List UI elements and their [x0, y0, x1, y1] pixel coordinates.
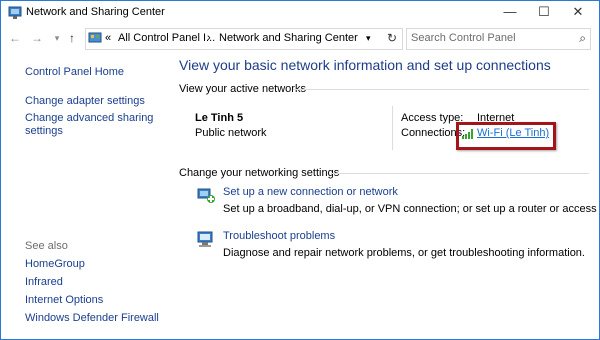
window: Network and Sharing Center — ☐ ✕ ← → ▾ ↑…	[0, 0, 600, 340]
new-connection-icon	[197, 188, 215, 203]
troubleshoot-icon	[197, 231, 213, 247]
address-bar[interactable]: « All Control Panel I... › Network and S…	[85, 28, 403, 50]
minimize-button[interactable]: —	[494, 1, 526, 25]
network-name: Le Tinh 5	[195, 112, 244, 124]
control-panel-icon	[88, 32, 102, 43]
navigation-bar: ← → ▾ ↑ « All Control Panel I... › Netwo…	[1, 27, 599, 51]
sidebar-link-internet-options[interactable]: Internet Options	[25, 294, 103, 306]
back-arrow-icon[interactable]: ←	[7, 30, 23, 46]
sidebar-link-advanced-sharing-cont[interactable]: settings	[25, 125, 63, 137]
change-settings-heading: Change your networking settings	[179, 167, 340, 179]
up-arrow-icon[interactable]: ↑	[64, 30, 80, 46]
title-bar: Network and Sharing Center — ☐ ✕	[1, 1, 599, 25]
forward-arrow-icon[interactable]: →	[29, 30, 45, 46]
access-type-label: Access type:	[401, 112, 464, 124]
sidebar-link-advanced-sharing[interactable]: Change advanced sharing	[25, 112, 153, 124]
sidebar-link-firewall[interactable]: Windows Defender Firewall	[25, 312, 159, 324]
setup-connection-desc: Set up a broadband, dial-up, or VPN conn…	[223, 203, 600, 215]
page-title: View your basic network information and …	[179, 57, 551, 73]
troubleshoot-link[interactable]: Troubleshoot problems	[223, 230, 335, 242]
troubleshoot-desc: Diagnose and repair network problems, or…	[223, 247, 585, 259]
network-type: Public network	[195, 127, 267, 139]
sidebar-link-control-panel-home[interactable]: Control Panel Home	[25, 66, 124, 78]
highlight-box	[456, 122, 556, 150]
section-divider-2	[331, 173, 589, 174]
search-icon[interactable]: ⌕	[579, 31, 586, 46]
maximize-button[interactable]: ☐	[528, 1, 560, 25]
address-dropdown-icon[interactable]: ▾	[366, 33, 371, 44]
breadcrumb-overflow[interactable]: «	[105, 32, 111, 44]
sidebar-link-homegroup[interactable]: HomeGroup	[25, 258, 85, 270]
breadcrumb-network-center[interactable]: Network and Sharing Center	[219, 32, 358, 44]
sidebar-link-adapter-settings[interactable]: Change adapter settings	[25, 95, 145, 107]
sidebar-link-infrared[interactable]: Infrared	[25, 276, 63, 288]
recent-locations-icon[interactable]: ▾	[49, 30, 65, 46]
search-input[interactable]	[411, 31, 561, 45]
search-box[interactable]: ⌕	[406, 28, 591, 50]
network-center-icon	[8, 6, 22, 19]
setup-connection-link[interactable]: Set up a new connection or network	[223, 186, 398, 198]
close-button[interactable]: ✕	[562, 1, 594, 25]
refresh-icon[interactable]: ↻	[381, 28, 403, 48]
section-divider	[293, 89, 589, 90]
see-also-heading: See also	[25, 240, 68, 252]
breadcrumb-all-control-panel[interactable]: All Control Panel I...	[118, 32, 215, 44]
breadcrumb-separator[interactable]: ›	[207, 32, 211, 44]
window-title: Network and Sharing Center	[26, 6, 165, 18]
vertical-divider	[392, 106, 393, 150]
active-networks-heading: View your active networks	[179, 83, 306, 95]
